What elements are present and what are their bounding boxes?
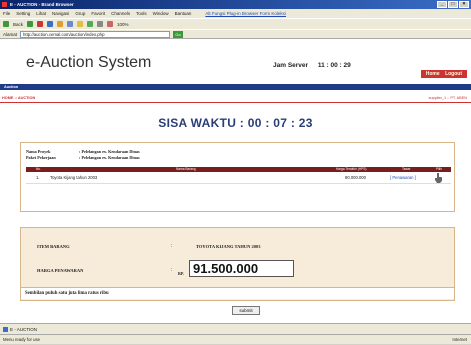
close-icon[interactable]: × xyxy=(459,1,469,8)
bid-panel: ITEM BARANG : TOYOTA KIJANG TAHUN 2003 H… xyxy=(20,227,455,301)
go-button[interactable]: Go xyxy=(173,30,184,38)
maximize-icon[interactable]: □ xyxy=(448,1,458,8)
menu-bantuan[interactable]: Bantuan xyxy=(175,9,192,18)
history-icon[interactable] xyxy=(87,21,94,27)
menu-setting[interactable]: Setting xyxy=(16,9,30,18)
address-label: Alamat xyxy=(3,31,18,37)
refresh-icon[interactable] xyxy=(47,21,54,27)
favorites-icon[interactable] xyxy=(77,21,84,27)
back-label[interactable]: Back xyxy=(13,22,23,27)
server-time-value: 11 : 00 : 29 xyxy=(317,62,351,69)
toolbar: Back 100% xyxy=(0,18,471,29)
item-colon: : xyxy=(171,243,173,249)
info-row-package: Paket Pekerjaan : Pelelangan ex. Kendara… xyxy=(26,155,140,160)
forward-icon[interactable] xyxy=(27,21,34,27)
menu-window[interactable]: Window xyxy=(153,9,169,18)
stop-icon[interactable] xyxy=(37,21,44,27)
menu-bar: File Setting Lihat Navigasi Grup Favorit… xyxy=(0,9,471,18)
price-colon: : xyxy=(171,267,173,273)
status-bar: Menu ready for use Internet xyxy=(0,334,471,344)
server-clock: Jam Server 11 : 00 : 29 xyxy=(273,62,351,69)
address-input[interactable]: http://auction.cemal.com/auction/index.p… xyxy=(20,30,171,38)
row-item: Toyota Kijang tahun 2003 xyxy=(50,175,98,180)
info-label: Nama Proyek xyxy=(26,149,51,154)
penawaran-link[interactable]: [ Penawaran ] xyxy=(390,172,416,184)
price-in-words: Sembilan puluh satu juta lima ratus ribu xyxy=(21,287,454,299)
home-icon[interactable] xyxy=(57,21,64,27)
user-info: supplier_1 :: PT. ABEN xyxy=(428,96,467,100)
menu-link[interactable]: Alt Fungsi Plug-in Browser Form Koleksi xyxy=(205,9,286,18)
zoom-level[interactable]: 100% xyxy=(117,22,129,27)
site-brand: e-Auction System xyxy=(26,54,152,71)
row-no: 1. xyxy=(36,175,40,180)
window-title: E - AUCTION - Brand Browser xyxy=(10,2,74,7)
menu-navigasi[interactable]: Navigasi xyxy=(52,9,69,18)
row-price: 90.000.000 xyxy=(345,175,366,180)
currency-label: RP. xyxy=(178,271,184,276)
info-value: : Pelelangan ex. Kendaraan Dinas xyxy=(79,155,140,160)
info-label: Paket Pekerjaan xyxy=(26,155,56,160)
menu-lihat[interactable]: Lihat xyxy=(36,9,46,18)
hand-pointer-icon[interactable] xyxy=(434,173,443,183)
table-row: 1. Toyota Kijang tahun 2003 90.000.000 [… xyxy=(26,172,451,184)
search-icon[interactable] xyxy=(67,21,74,27)
item-value: TOYOTA KIJANG TAHUN 2003 xyxy=(196,244,261,249)
home-link[interactable]: Home xyxy=(426,71,440,77)
print-icon[interactable] xyxy=(97,21,104,27)
mail-icon[interactable] xyxy=(107,21,114,27)
page-content: e-Auction System Jam Server 11 : 00 : 29… xyxy=(0,40,471,332)
window-controls: _ □ × xyxy=(437,1,469,8)
menu-favorit[interactable]: Favorit xyxy=(91,9,105,18)
menu-tools[interactable]: Tools xyxy=(136,9,147,18)
info-value: : Pelelangan ex. Kendaraan Dinas xyxy=(79,149,140,154)
auction-panel: Nama Proyek : Pelelangan ex. Kendaraan D… xyxy=(20,142,455,212)
taskbar: E - AUCTION xyxy=(0,323,471,334)
breadcrumb: HOME :: AUCTION xyxy=(2,96,36,100)
browser-app-icon xyxy=(2,2,7,7)
status-text: Menu ready for use xyxy=(3,337,41,342)
server-time-label: Jam Server xyxy=(273,62,309,69)
address-bar: Alamat http://auction.cemal.com/auction/… xyxy=(0,29,471,39)
divider xyxy=(0,102,471,103)
item-label: ITEM BARANG xyxy=(37,244,70,249)
info-row-project: Nama Proyek : Pelelangan ex. Kendaraan D… xyxy=(26,149,140,154)
menu-grup[interactable]: Grup xyxy=(75,9,85,18)
menu-channels[interactable]: Channels xyxy=(111,9,130,18)
nav-bar: Auction xyxy=(0,84,471,90)
menu-file[interactable]: File xyxy=(3,9,10,18)
back-icon[interactable] xyxy=(3,21,9,27)
title-bar: E - AUCTION - Brand Browser _ □ × xyxy=(0,0,471,9)
header-links: Home Logout xyxy=(420,70,467,78)
tab-icon xyxy=(3,327,8,332)
logout-link[interactable]: Logout xyxy=(445,71,462,77)
countdown-timer: SISA WAKTU : 00 : 07 : 23 xyxy=(158,116,313,130)
minimize-icon[interactable]: _ xyxy=(437,1,447,8)
taskbar-item[interactable]: E - AUCTION xyxy=(10,327,37,332)
browser-window: E - AUCTION - Brand Browser _ □ × File S… xyxy=(0,0,471,344)
submit-button[interactable]: submit xyxy=(232,306,260,315)
price-label: HARGA PENAWARAN xyxy=(37,268,84,273)
site-header: e-Auction System Jam Server 11 : 00 : 29… xyxy=(0,40,471,84)
bid-price-input[interactable]: 91.500.000 xyxy=(189,260,294,277)
